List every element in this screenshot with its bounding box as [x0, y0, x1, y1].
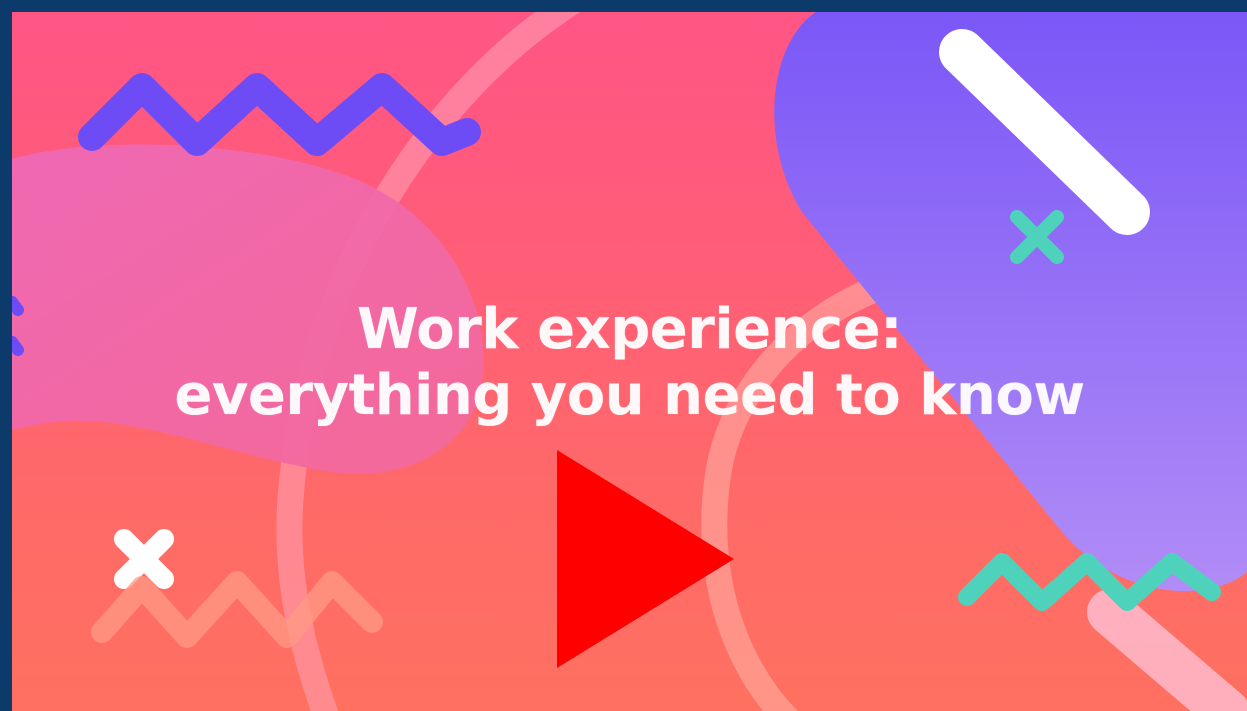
- light-bar: [1087, 589, 1247, 711]
- video-title: Work experience: everything you need to …: [12, 297, 1247, 429]
- play-icon[interactable]: [557, 450, 734, 668]
- white-cross: [114, 529, 174, 589]
- coral-zigzag: [91, 571, 383, 648]
- video-player[interactable]: Work experience: everything you need to …: [12, 12, 1247, 711]
- video-frame: Work experience: everything you need to …: [0, 0, 1247, 711]
- video-title-line-2: everything you need to know: [174, 363, 1085, 428]
- purple-zigzag: [78, 73, 481, 156]
- video-title-line-1: Work experience:: [357, 297, 903, 362]
